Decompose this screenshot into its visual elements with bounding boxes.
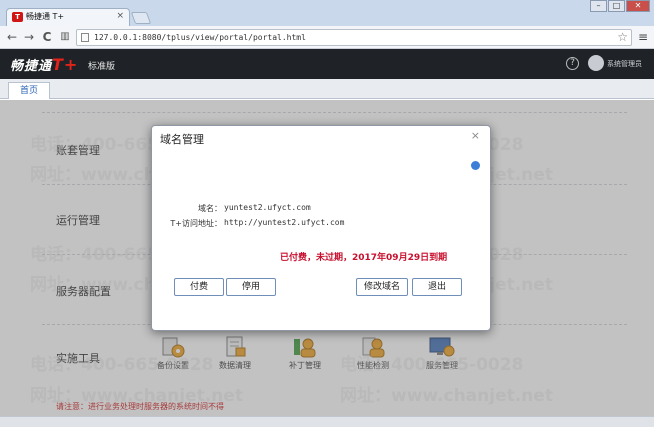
info-icon[interactable] (471, 161, 480, 170)
minimize-button[interactable]: – (590, 0, 607, 12)
tab-close-icon[interactable]: × (116, 11, 124, 21)
logo-brand: T+ (52, 55, 79, 74)
logo-text: 畅捷通 (10, 59, 53, 74)
app-header: 畅捷通T+ 标准版 ? 系统管理员 (0, 49, 654, 79)
edition-label: 标准版 (88, 62, 116, 72)
browser-menu-icon[interactable]: ≡ (638, 30, 648, 44)
dialog-close-icon[interactable]: × (471, 129, 480, 142)
paid-status-text: 已付费，未过期，2017年09月29日到期 (280, 253, 448, 263)
horizontal-scrollbar[interactable] (0, 416, 654, 427)
browser-tabstrip: T 畅捷通 T+ × – □ ✕ (0, 0, 654, 26)
app-logo: 畅捷通T+ (10, 55, 78, 74)
window-controls: – □ ✕ (589, 0, 650, 12)
maximize-button[interactable]: □ (608, 0, 625, 12)
domain-value: yuntest2.ufyct.com (224, 203, 311, 212)
browser-tab[interactable]: T 畅捷通 T+ × (6, 8, 130, 26)
domain-management-dialog: 域名管理 × 域名： yuntest2.ufyct.com T+访问地址： ht… (151, 125, 491, 331)
help-icon[interactable]: ? (566, 57, 579, 70)
tplus-favicon-icon: T (12, 12, 23, 22)
pay-button[interactable]: 付费 (174, 278, 224, 296)
new-tab-button[interactable] (130, 12, 152, 24)
address-bar[interactable]: 127.0.0.1:8080/tplus/view/portal/portal.… (76, 29, 632, 46)
user-avatar-icon[interactable] (588, 55, 604, 71)
browser-tab-title: 畅捷通 T+ (26, 12, 65, 21)
forward-arrow-icon[interactable]: → (22, 30, 36, 44)
back-arrow-icon[interactable]: ← (5, 30, 19, 44)
bookmark-star-icon[interactable]: ☆ (617, 30, 628, 44)
window-close-button[interactable]: ✕ (626, 0, 650, 12)
access-address-label: T+访问地址： (170, 219, 222, 228)
app-tabbar: 首页 (0, 79, 654, 99)
tab-home[interactable]: 首页 (8, 82, 50, 99)
user-name[interactable]: 系统管理员 (607, 59, 642, 69)
modify-domain-button[interactable]: 修改域名 (356, 278, 408, 296)
trash-icon[interactable]: ▥ (58, 30, 72, 44)
page-icon (81, 33, 89, 42)
access-address-value: http://yuntest2.ufyct.com (224, 218, 345, 227)
reload-icon[interactable]: C (40, 30, 54, 44)
dialog-title: 域名管理 (160, 133, 204, 146)
domain-label: 域名： (198, 204, 222, 213)
exit-button[interactable]: 退出 (412, 278, 462, 296)
address-url: 127.0.0.1:8080/tplus/view/portal/portal.… (94, 33, 306, 42)
disable-button[interactable]: 停用 (226, 278, 276, 296)
browser-toolbar: ← → C ▥ 127.0.0.1:8080/tplus/view/portal… (0, 26, 654, 49)
